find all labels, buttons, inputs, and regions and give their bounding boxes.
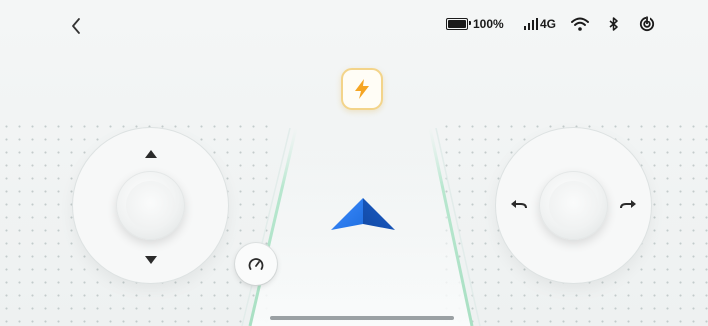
lightning-bolt-icon — [355, 79, 369, 99]
hotspot-icon — [639, 16, 655, 32]
cellular-indicator: 4G — [524, 14, 556, 34]
back-button[interactable] — [62, 12, 90, 40]
remote-control-screen: 100% 4G — [0, 0, 708, 326]
steering-joystick[interactable] — [496, 128, 651, 283]
chevron-left-icon — [72, 18, 80, 34]
battery-percent: 100% — [473, 17, 504, 31]
bluetooth-icon — [609, 17, 618, 31]
arrow-right-icon — [620, 200, 636, 209]
battery-indicator: 100% — [446, 14, 504, 34]
network-type: 4G — [540, 17, 557, 31]
home-indicator[interactable] — [270, 316, 454, 320]
speedometer-icon — [248, 258, 264, 270]
bluetooth-indicator — [609, 14, 619, 34]
navigation-arrow-icon — [331, 198, 395, 230]
hotspot-indicator — [639, 14, 655, 34]
joystick-knob-right[interactable] — [539, 171, 608, 240]
arrow-left-icon — [511, 200, 527, 209]
joystick-knob-left[interactable] — [116, 171, 185, 240]
wifi-icon — [571, 17, 589, 31]
arrow-up-icon — [145, 150, 157, 158]
arrow-down-icon — [145, 256, 157, 264]
forward-backward-joystick[interactable] — [73, 128, 228, 283]
wifi-indicator — [571, 14, 589, 34]
status-bar: 100% 4G — [0, 0, 708, 48]
battery-icon — [446, 18, 471, 30]
signal-icon — [524, 18, 538, 30]
power-mode-button[interactable] — [341, 68, 383, 110]
speed-button[interactable] — [235, 243, 277, 285]
